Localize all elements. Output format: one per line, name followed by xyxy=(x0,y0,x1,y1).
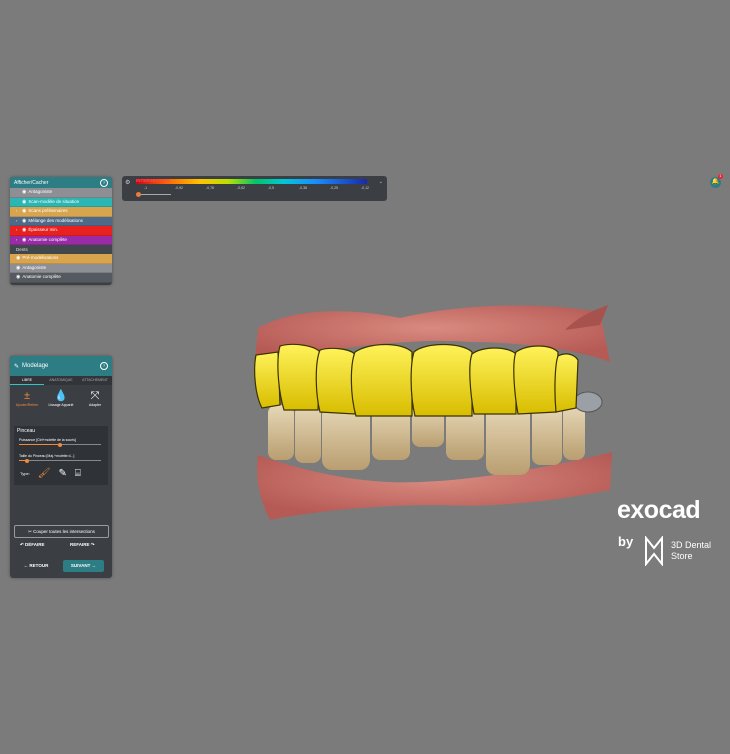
exocad-logo: exocad by 3D Dental Store xyxy=(617,496,717,571)
logo-store-line1: 3D Dental xyxy=(671,540,712,550)
implant-abutment xyxy=(573,391,603,413)
3d-dental-store-logo-icon xyxy=(645,536,663,566)
dental-model-viewport[interactable] xyxy=(0,0,730,754)
upper-crowns xyxy=(254,343,579,417)
logo-wordmark: exocad xyxy=(617,496,701,524)
logo-store-line2: Store xyxy=(671,551,693,561)
logo-by: by xyxy=(618,534,634,549)
logo-store-name: 3D Dental Store xyxy=(671,540,711,562)
